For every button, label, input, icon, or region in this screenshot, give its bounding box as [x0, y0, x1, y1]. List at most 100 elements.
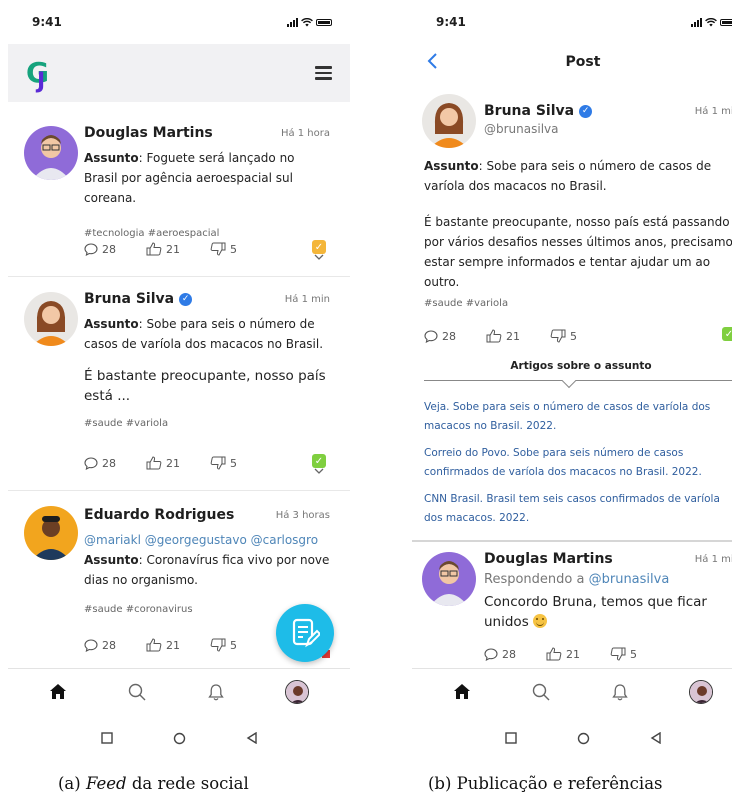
home-circle-icon[interactable] — [173, 732, 186, 745]
menu-icon[interactable] — [315, 66, 332, 80]
comment-button[interactable]: 28 — [84, 457, 116, 470]
article-link[interactable]: Correio do Povo. Sobe para seis número d… — [424, 444, 732, 482]
feed-screen: 9:41 GJ Douglas Martins Há 1 hora Assunt… — [8, 0, 350, 760]
search-icon[interactable] — [128, 683, 146, 701]
recents-square-icon[interactable] — [504, 732, 517, 744]
profile-avatar[interactable] — [689, 679, 714, 704]
home-icon[interactable] — [453, 683, 471, 700]
thumbs-down-icon — [210, 456, 226, 470]
post-divider — [8, 490, 350, 491]
dislike-button[interactable]: 5 — [210, 242, 237, 256]
post-tags[interactable]: #saude #variola — [84, 418, 330, 429]
comment-count: 28 — [102, 638, 116, 652]
feed-post[interactable]: Douglas Martins Há 1 hora Assunto: Fogue… — [8, 124, 350, 239]
bottom-tab-bar — [8, 668, 350, 714]
home-circle-icon[interactable] — [577, 732, 590, 745]
back-chevron-icon[interactable] — [426, 52, 440, 70]
like-button[interactable]: 21 — [146, 638, 180, 652]
wifi-icon — [301, 17, 313, 26]
verification-check-icon[interactable]: ✓ — [312, 240, 326, 254]
bell-icon[interactable] — [612, 683, 628, 701]
reply-text: Concordo Bruna, temos que ficar unidos — [484, 594, 707, 630]
compose-icon — [292, 618, 320, 648]
post-time: Há 1 min — [694, 105, 732, 117]
battery-icon — [316, 18, 332, 26]
comment-button[interactable]: 28 — [84, 243, 116, 256]
dislike-button[interactable]: 5 — [550, 329, 577, 343]
status-time: 9:41 — [436, 15, 466, 29]
verified-badge-icon: ✓ — [579, 104, 593, 118]
post-author[interactable]: Bruna Silva ✓ — [484, 103, 593, 119]
like-count: 21 — [166, 638, 180, 652]
main-post-body: Assunto: Sobe para seis o número de caso… — [412, 156, 732, 309]
article-link[interactable]: Veja. Sobe para seis o número de casos d… — [424, 398, 732, 436]
post-body-text: É bastante preocupante, nosso país está … — [424, 215, 732, 289]
app-logo[interactable]: GJ — [26, 59, 49, 93]
article-link[interactable]: CNN Brasil. Brasil tem seis casos confir… — [424, 490, 732, 528]
chevron-down-icon[interactable] — [314, 254, 324, 260]
profile-avatar[interactable] — [285, 679, 310, 704]
like-button[interactable]: 21 — [486, 329, 520, 343]
post-divider — [8, 276, 350, 277]
bell-icon[interactable] — [208, 683, 224, 701]
thumbs-up-icon — [546, 647, 562, 661]
post-author[interactable]: Douglas Martins — [84, 125, 213, 141]
comment-button[interactable]: 28 — [84, 639, 116, 652]
thumbs-up-icon — [146, 638, 162, 652]
post-author[interactable]: Eduardo Rodrigues — [84, 507, 234, 523]
reply-divider — [412, 540, 732, 542]
comment-button[interactable]: 28 — [424, 330, 456, 343]
reply-post[interactable]: Douglas Martins Há 1 min Respondendo a @… — [412, 550, 732, 632]
status-icons — [287, 17, 332, 27]
dislike-button[interactable]: 5 — [610, 647, 637, 661]
post-tags[interactable]: #saude #variola — [424, 298, 732, 309]
articles-heading[interactable]: Artigos sobre o assunto — [424, 360, 732, 372]
dislike-count: 5 — [570, 329, 577, 343]
post-author[interactable]: Bruna Silva ✓ — [84, 291, 193, 307]
comment-count: 28 — [102, 456, 116, 470]
feed-post[interactable]: Bruna Silva ✓ Há 1 min Assunto: Sobe para… — [8, 290, 350, 429]
thumbs-down-icon — [210, 638, 226, 652]
reply-author[interactable]: Douglas Martins — [484, 551, 613, 567]
home-icon[interactable] — [49, 683, 67, 700]
like-button[interactable]: 21 — [546, 647, 580, 661]
dislike-button[interactable]: 5 — [210, 456, 237, 470]
search-icon[interactable] — [532, 683, 550, 701]
recents-square-icon[interactable] — [100, 732, 113, 744]
post-text: Assunto: Foguete será lançado no Brasil … — [84, 151, 295, 205]
post-time: Há 1 hora — [280, 127, 330, 139]
comment-icon — [84, 242, 98, 256]
post-handle[interactable]: @brunasilva — [484, 122, 732, 136]
app-header: GJ — [8, 44, 350, 102]
bottom-tab-bar — [412, 668, 732, 714]
system-nav-bar — [8, 716, 350, 760]
like-button[interactable]: 21 — [146, 242, 180, 256]
back-triangle-icon[interactable] — [246, 732, 258, 744]
dislike-button[interactable]: 5 — [210, 638, 237, 652]
dislike-count: 5 — [630, 647, 637, 661]
comment-count: 28 — [442, 329, 456, 343]
comment-button[interactable]: 28 — [484, 648, 516, 661]
thumbs-down-icon — [210, 242, 226, 256]
chevron-down-icon[interactable] — [314, 468, 324, 474]
post-actions: 28 21 5 ✓ — [84, 238, 330, 260]
new-post-button[interactable] — [276, 604, 334, 662]
replying-handle[interactable]: @brunasilva — [589, 572, 670, 587]
thumbs-down-icon — [550, 329, 566, 343]
post-time: Há 3 horas — [275, 509, 330, 521]
post-actions: 28 21 5 ✓ — [424, 325, 732, 347]
thumbs-up-icon — [146, 456, 162, 470]
back-triangle-icon[interactable] — [650, 732, 662, 744]
verification-check-icon[interactable]: ✓ — [722, 327, 732, 341]
articles-divider — [424, 380, 732, 381]
feed-post[interactable]: Eduardo Rodrigues Há 3 horas @mariakl @g… — [8, 506, 350, 615]
dislike-count: 5 — [230, 638, 237, 652]
post-mentions[interactable]: @mariakl @georgegustavo @carlosgro — [84, 530, 330, 550]
post-time: Há 1 min — [284, 293, 330, 305]
verification-check-icon[interactable]: ✓ — [312, 454, 326, 468]
like-button[interactable]: 21 — [146, 456, 180, 470]
like-count: 21 — [166, 242, 180, 256]
page-title: Post — [565, 54, 601, 70]
reply-time: Há 1 min — [694, 553, 732, 565]
thumbs-up-icon — [146, 242, 162, 256]
